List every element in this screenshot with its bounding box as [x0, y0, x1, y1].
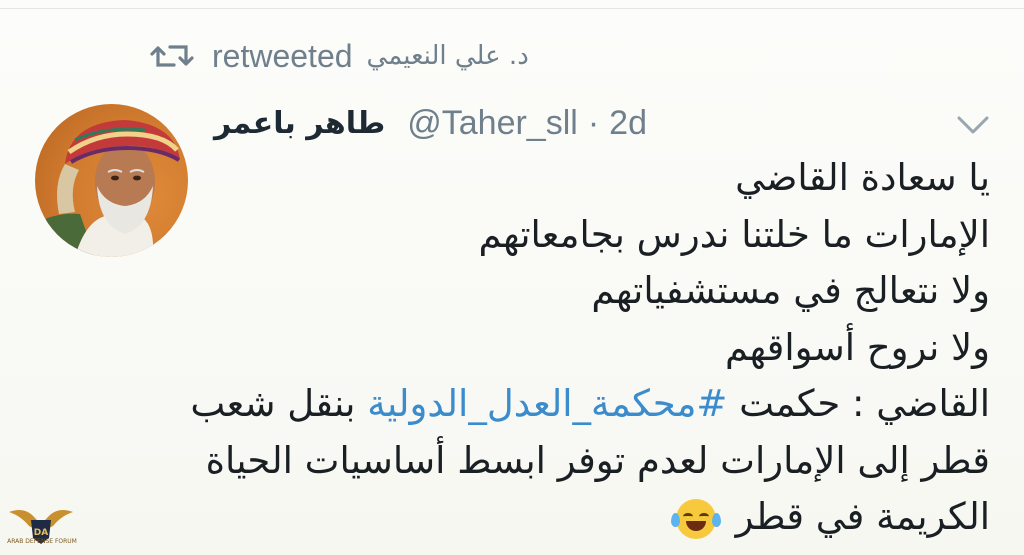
tweet-line: ولا نروح أسواقهم — [725, 325, 990, 369]
retweeter-name[interactable]: د. علي النعيمي — [367, 41, 529, 71]
tweet-line: الكريمة في قطر — [190, 489, 990, 546]
avatar[interactable] — [35, 104, 188, 257]
svg-text:DA: DA — [34, 528, 48, 538]
avatar-image — [35, 120, 181, 257]
separator-dot: · — [587, 103, 600, 142]
tweet-timestamp[interactable]: 2d — [609, 104, 647, 143]
tweet-header: طاهر باعمر @Taher_sll · 2d — [214, 98, 647, 148]
author-handle[interactable]: @Taher_sll — [407, 104, 578, 143]
retweet-icon — [150, 45, 194, 67]
tweet-line: القاضي : حكمت #محكمة_العدل_الدولية بنقل … — [190, 376, 990, 433]
divider — [0, 8, 1024, 9]
tweet-line: قطر إلى الإمارات لعدم توفر ابسط أساسيات … — [205, 438, 990, 482]
tweet-line-part: بنقل شعب — [190, 382, 368, 425]
retweeted-label: retweeted — [212, 37, 353, 74]
tweet-text: يا سعادة القاضي الإمارات ما خلتنا ندرس ب… — [190, 150, 990, 546]
tweet-line: الإمارات ما خلتنا ندرس بجامعاتهم — [478, 212, 990, 256]
tweet-line: ولا نتعالج في مستشفياتهم — [591, 269, 990, 312]
forum-logo-caption: ARAB DEFENSE FORUM — [7, 538, 77, 545]
author-display-name[interactable]: طاهر باعمر — [214, 106, 385, 141]
tweet-line-part: الكريمة في قطر — [735, 495, 990, 538]
hashtag-link[interactable]: #محكمة_العدل_الدولية — [367, 382, 727, 425]
face-with-tears-of-joy-icon — [670, 498, 721, 539]
tweet-line-part: القاضي : حكمت — [727, 382, 990, 425]
tweet-card: retweeted د. علي النعيمي طاهر باعمر @Tah… — [0, 0, 1024, 555]
tweet-line: يا سعادة القاضي — [735, 156, 990, 199]
retweet-context[interactable]: retweeted د. علي النعيمي — [150, 34, 529, 78]
chevron-down-icon[interactable] — [955, 112, 991, 138]
